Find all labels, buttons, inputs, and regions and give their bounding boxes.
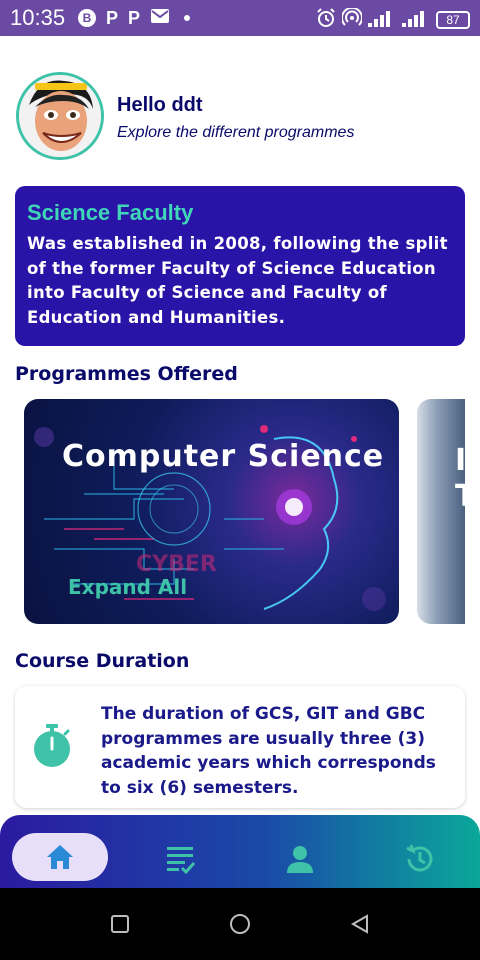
battery-indicator: 87 <box>436 11 470 29</box>
stopwatch-icon <box>34 724 70 767</box>
back-button[interactable] <box>344 908 376 940</box>
back-triangle-icon <box>350 914 368 934</box>
alarm-icon <box>316 8 336 32</box>
duration-heading: Course Duration <box>15 650 190 672</box>
next-card-glyph: I <box>455 443 465 478</box>
avatar[interactable] <box>16 72 104 160</box>
programme-title: Computer Science <box>62 439 385 474</box>
p-icon: P <box>128 8 141 28</box>
hotspot-icon <box>341 6 363 32</box>
recents-button[interactable] <box>104 908 136 940</box>
svg-text:CYBER: CYBER <box>136 552 217 577</box>
history-icon <box>406 844 433 872</box>
nav-courses-button[interactable] <box>164 843 196 875</box>
status-time: 10:35 <box>10 5 66 30</box>
p-icon: P <box>106 8 119 28</box>
circle-b-icon: B <box>78 9 96 27</box>
faculty-title: Science Faculty <box>27 200 194 225</box>
home-system-button[interactable] <box>224 908 256 940</box>
faculty-description: Was established in 2008, following the s… <box>27 234 448 327</box>
duration-text: The duration of GCS, GIT and GBC program… <box>101 704 436 798</box>
notification-icons: B P P <box>78 8 191 28</box>
duration-card: The duration of GCS, GIT and GBC program… <box>15 686 465 808</box>
system-icons: 87 <box>316 6 470 32</box>
next-card-glyph: T <box>455 479 465 514</box>
recents-square-icon <box>111 915 129 933</box>
signal-icon <box>368 9 396 31</box>
gmail-icon <box>150 8 170 28</box>
signal-icon <box>402 9 430 31</box>
status-bar: 10:35 B P P 87 <box>0 0 480 36</box>
expand-all-button[interactable]: Expand All <box>68 575 187 599</box>
home-circle-icon <box>230 914 250 934</box>
cartoon-avatar-icon <box>19 75 101 157</box>
nav-profile-button[interactable] <box>284 843 316 875</box>
home-icon <box>47 845 73 869</box>
dot-icon <box>184 15 191 21</box>
greeting: Hello ddt <box>117 94 203 116</box>
faculty-card: Science Faculty Was established in 2008,… <box>15 186 465 346</box>
nav-history-button[interactable] <box>404 843 436 875</box>
programme-card-computer-science[interactable]: CYBER Computer Science Expand All <box>24 399 399 624</box>
programme-card-next[interactable]: I T <box>417 399 465 624</box>
person-icon <box>287 846 313 873</box>
checklist-icon <box>167 847 195 874</box>
nav-home-button[interactable] <box>12 833 108 881</box>
android-navigation-bar <box>0 888 480 960</box>
bottom-navigation <box>0 815 480 888</box>
programmes-heading: Programmes Offered <box>15 363 238 385</box>
subtitle: Explore the different programmes <box>117 124 355 141</box>
